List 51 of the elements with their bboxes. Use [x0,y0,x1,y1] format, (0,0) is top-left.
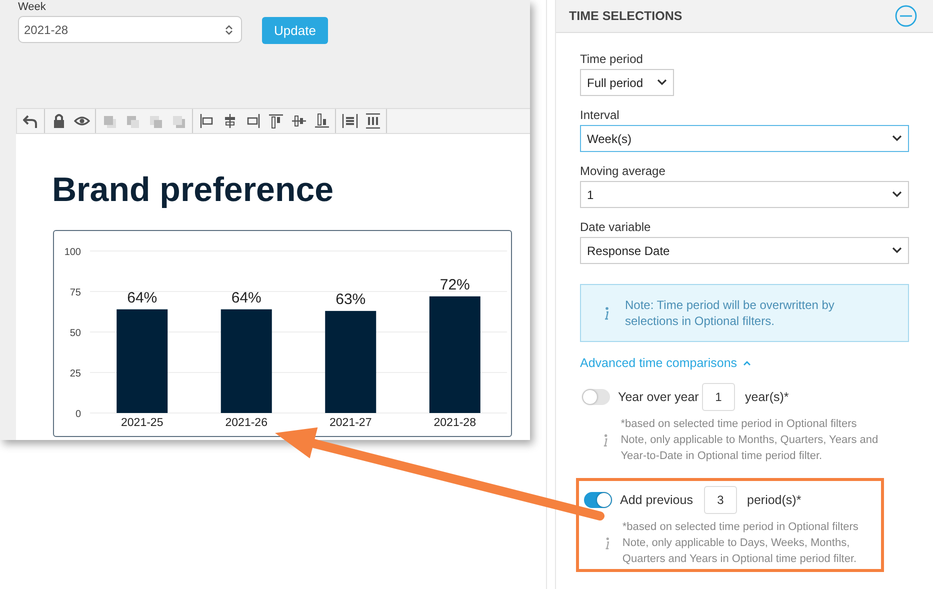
comparison-label: Add previous [620,493,694,507]
align-middle-icon[interactable] [290,113,306,129]
align-top-icon[interactable] [268,113,284,129]
axis-tick-label: 75 [70,288,81,298]
category-label: 2021-26 [225,417,268,429]
field-label: Week [18,1,47,13]
axis-tick-label: 25 [70,368,81,380]
field-label: Time period [580,52,643,66]
select-field[interactable]: 1 [580,181,909,208]
chevron-down-icon [892,247,902,254]
comparison-label: Year over year [618,390,700,404]
unit-label: period(s)* [747,493,802,507]
category-label: 2021-25 [121,417,164,429]
hint-text: *based on selected time period in Optional filters [622,520,860,535]
toggle-switch[interactable] [582,389,610,405]
field-label: Date variable [580,220,652,234]
toggle-switch[interactable] [584,492,612,508]
category-label: 2021-28 [434,417,476,429]
unit-label: year(s)* [745,390,789,404]
hint-text: Note, only applicable to Months, Quarters, Years and Year-to-Date in Optional time period filter. [620,433,880,464]
updown-chevron-icon [225,24,233,36]
chevron-down-icon [892,191,902,198]
field-label: Moving average [580,164,666,178]
align-bottom-icon[interactable] [314,113,330,129]
value-label: 63% [336,290,366,308]
hint-text: *based on selected time period in Optional filters [620,417,858,432]
report-title: Brand preference [52,170,335,210]
align-right-icon[interactable] [244,113,260,129]
select-field[interactable]: Response Date [580,237,909,264]
number-input[interactable]: 3 [704,486,737,514]
undo-icon[interactable] [22,113,38,129]
chevron-down-icon [892,135,902,142]
category-label: 2021-27 [330,417,372,429]
value-label: 64% [127,289,158,306]
axis-tick-label: 100 [64,247,81,258]
field-label: Interval [580,108,620,122]
chevron-down-icon [657,79,668,86]
note-text: Note: Time period will be overwritten by selections in Optional filters. [625,297,836,329]
select-field[interactable]: Full period [580,69,674,96]
value-label: 72% [440,276,470,294]
number-input[interactable]: 1 [702,383,735,411]
hint-text: Note, only applicable to Days, Weeks, Months, Quarters and Years in Optional time period filter. [622,536,858,567]
value-label: 64% [231,289,262,306]
distribute-icon[interactable] [364,113,380,129]
week-select[interactable]: 2021-28 [18,16,242,43]
select-field[interactable]: Week(s) [580,125,909,152]
distribute-icon[interactable] [342,113,358,129]
axis-tick-label: 50 [70,328,81,339]
section-title: TIME SELECTIONS [569,9,682,23]
axis-tick-label: 0 [75,409,81,420]
align-left-icon[interactable] [198,113,214,129]
